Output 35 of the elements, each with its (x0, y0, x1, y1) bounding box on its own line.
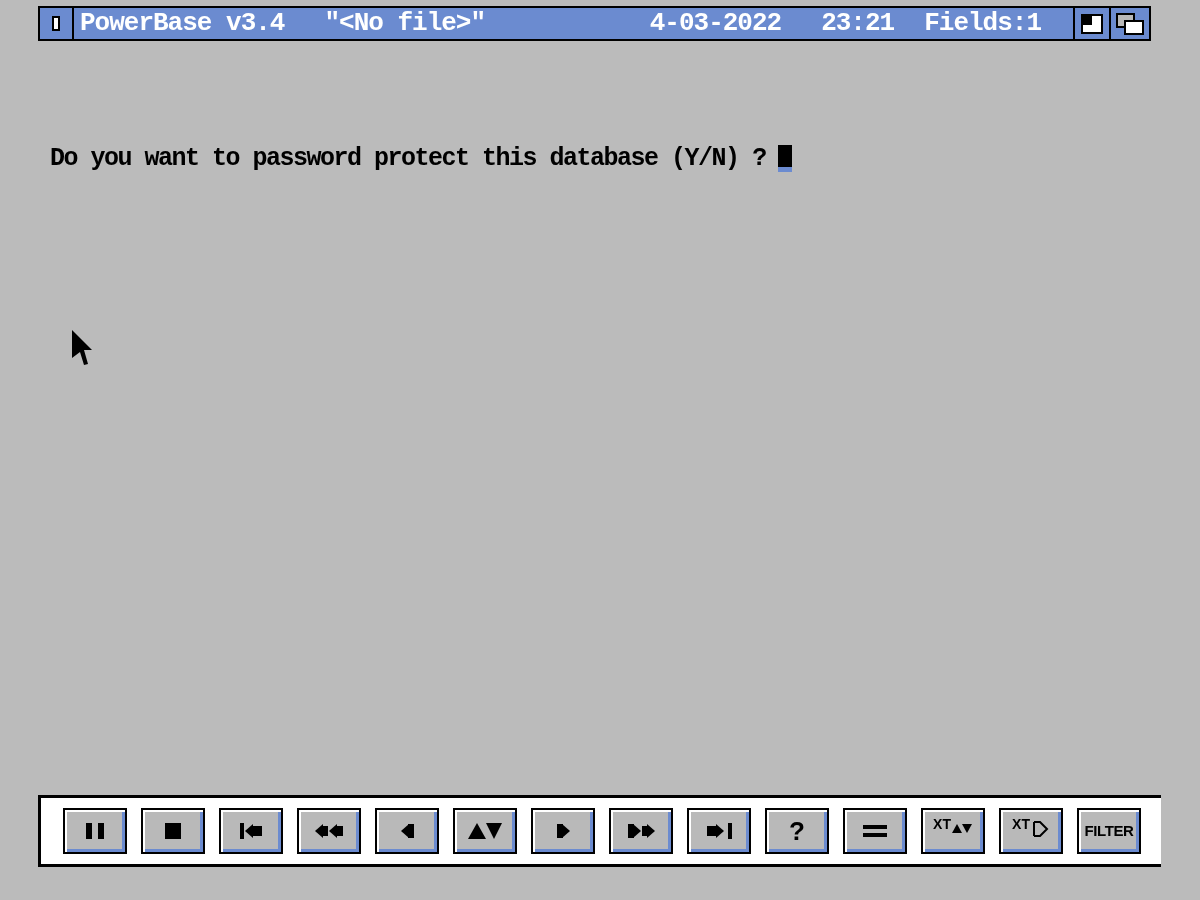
toolbar-button[interactable] (609, 808, 673, 854)
toolbar-button[interactable] (375, 808, 439, 854)
rewind-icon (315, 824, 343, 838)
fast-forward-icon (627, 824, 655, 838)
toolbar-button[interactable] (219, 808, 283, 854)
toolbar-button[interactable]: XT (921, 808, 985, 854)
pause-icon (86, 823, 104, 839)
toolbar-button[interactable] (297, 808, 361, 854)
prompt-text: Do you want to password protect this database (Y/N) ? (50, 143, 766, 175)
text-cursor (777, 145, 792, 173)
toolbar-button[interactable]: XT (999, 808, 1063, 854)
date: 4-03-2022 (649, 7, 782, 40)
step-forward-icon (556, 824, 570, 838)
window-title: PowerBase v3.4 (80, 7, 285, 40)
zoom-icon (1081, 13, 1103, 34)
skip-back-icon (240, 823, 262, 839)
toolbar-button[interactable]: ? (765, 808, 829, 854)
toolbar-button[interactable]: FILTER (1077, 808, 1141, 854)
time: 23:21 (821, 7, 895, 40)
toolbar-button[interactable] (843, 808, 907, 854)
equals-icon (863, 825, 887, 837)
stop-icon (165, 823, 181, 839)
toolbar-button[interactable] (141, 808, 205, 854)
mouse-pointer-icon (72, 330, 94, 366)
toolbar-button[interactable] (453, 808, 517, 854)
toolbar-button[interactable] (531, 808, 595, 854)
file-name: "<No file>" (324, 7, 486, 40)
toolbar-button[interactable] (63, 808, 127, 854)
depth-icon (1116, 12, 1144, 35)
field-count: Fields:1 (924, 7, 1041, 40)
skip-forward-icon (706, 823, 732, 839)
up-down-arrows-icon (468, 823, 502, 839)
toolbar-button[interactable] (687, 808, 751, 854)
step-back-icon (400, 824, 414, 838)
close-icon (52, 16, 60, 31)
